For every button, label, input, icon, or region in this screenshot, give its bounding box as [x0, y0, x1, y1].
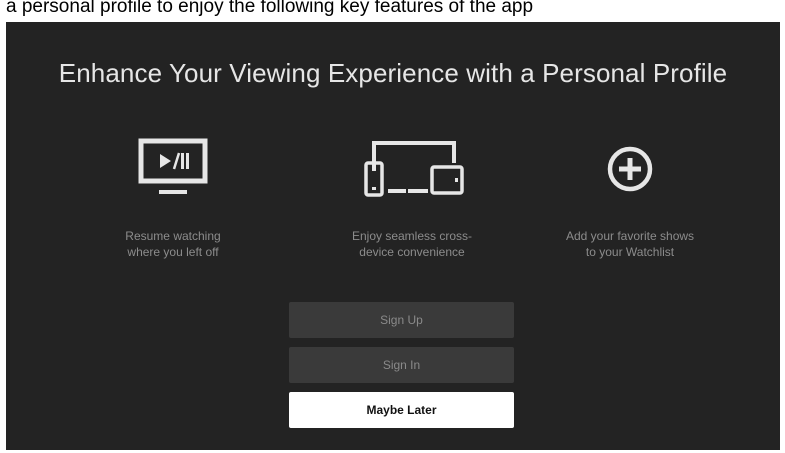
tv-play-pause-icon: [138, 138, 208, 194]
feature-cross-device: Enjoy seamless cross- device convenience: [312, 134, 512, 260]
feature-caption: Add your favorite shows to your Watchlis…: [565, 229, 695, 259]
feature-caption: Resume watching where you left off: [125, 229, 221, 259]
maybe-later-button[interactable]: Maybe Later: [289, 392, 514, 428]
sign-up-button[interactable]: Sign Up: [289, 302, 514, 338]
partial-caption-text: a personal profile to enjoy the followin…: [0, 0, 785, 22]
feature-resume-watching: Resume watching where you left off: [73, 134, 273, 260]
page-title: Enhance Your Viewing Experience with a P…: [58, 58, 728, 88]
plus-circle-icon: [607, 146, 653, 192]
profile-prompt-screen: Enhance Your Viewing Experience with a P…: [6, 22, 780, 450]
sign-in-button[interactable]: Sign In: [289, 347, 514, 383]
feature-watchlist: Add your favorite shows to your Watchlis…: [530, 134, 730, 260]
multi-device-icon: [364, 141, 464, 197]
feature-caption: Enjoy seamless cross- device convenience: [351, 229, 473, 259]
